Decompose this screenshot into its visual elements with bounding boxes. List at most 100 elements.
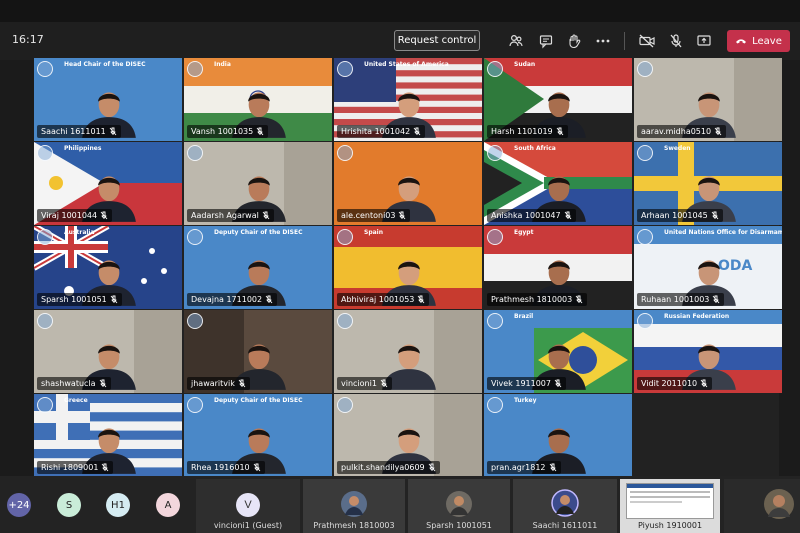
tile-title: Russian Federation (664, 313, 730, 320)
participant-tile[interactable]: vincioni1 (334, 310, 482, 393)
participant-thumb-guest[interactable]: V vincioni1 (Guest) (196, 479, 300, 533)
participant-name: Vidit 2011010 (641, 379, 698, 388)
participant-video-icon (551, 489, 579, 517)
participant-tile[interactable]: Brazil Vivek 1911007 (484, 310, 632, 393)
participant-thumb[interactable]: Sparsh 1001051 (408, 479, 510, 533)
un-emblem-icon (37, 61, 53, 77)
participant-tile[interactable]: Aadarsh Agarwal (184, 142, 332, 225)
avatar[interactable]: H1 (106, 493, 130, 517)
participant-tile[interactable]: Head Chair of the DISEC Saachi 1611011 (34, 58, 182, 141)
participant-tile[interactable]: Deputy Chair of the DISEC Rhea 1916010 (184, 394, 332, 477)
chat-icon[interactable] (537, 32, 555, 50)
mic-off-icon (101, 463, 109, 472)
participant-name: Hrishita 1001042 (341, 127, 411, 136)
participant-tile[interactable]: Australia Sparsh 1001051 (34, 226, 182, 309)
participant-name: vincioni1 (Guest) (213, 521, 283, 530)
participant-name: shashwatucla (41, 379, 96, 388)
participant-tile[interactable]: Egypt Prathmesh 1810003 (484, 226, 632, 309)
un-emblem-icon (187, 229, 203, 245)
tile-title: Head Chair of the DISEC (64, 61, 146, 68)
participant-thumb-speaking[interactable]: Saachi 1611011 (513, 479, 617, 533)
un-emblem-icon (487, 397, 503, 413)
more-icon[interactable] (594, 32, 612, 50)
participant-tile[interactable]: pulkit.shandilya0609 (334, 394, 482, 477)
participant-thumb[interactable]: Prathmesh 1810003 (303, 479, 405, 533)
participant-thumb-screen[interactable]: Piyush 1910001 (620, 479, 720, 533)
participant-name-tag: Vivek 1911007 (487, 377, 566, 390)
mic-off-icon (99, 379, 107, 388)
tile-title: Egypt (514, 229, 534, 236)
participant-thumb[interactable] (724, 479, 800, 533)
leave-button[interactable]: Leave (727, 30, 790, 52)
camera-off-icon[interactable] (638, 32, 656, 50)
participant-name: Saachi 1611011 (41, 127, 106, 136)
participant-tile[interactable]: United States of America Hrishita 1001042 (334, 58, 482, 141)
participant-name-tag: Hrishita 1001042 (337, 125, 426, 138)
participant-tile[interactable]: jhawaritvik (184, 310, 332, 393)
participant-name: Abhiviraj 1001053 (341, 295, 415, 304)
avatar[interactable]: A (156, 493, 180, 517)
mic-off-icon (253, 463, 261, 472)
participant-name: Prathmesh 1810003 (313, 521, 395, 530)
participant-tile[interactable]: Spain Abhiviraj 1001053 (334, 226, 482, 309)
tile-title: Greece (64, 397, 88, 404)
participant-name-tag: Abhiviraj 1001053 (337, 293, 430, 306)
tile-title: South Africa (514, 145, 556, 152)
mic-off-icon (575, 295, 583, 304)
mic-off-icon (711, 211, 719, 220)
avatar[interactable]: S (57, 493, 81, 517)
participant-tile[interactable]: Turkey pran.agr1812 (484, 394, 632, 477)
participant-tile[interactable]: India Vansh 1001035 (184, 58, 332, 141)
participant-name: Piyush 1910001 (637, 521, 703, 530)
mic-off-icon[interactable] (667, 32, 685, 50)
participant-tile[interactable]: Sweden Arhaan 1001045 (634, 142, 782, 225)
tile-title: Deputy Chair of the DISEC (214, 397, 303, 404)
avatar: V (236, 493, 260, 517)
un-emblem-icon (487, 313, 503, 329)
participant-name-tag: Anishka 1001047 (487, 209, 576, 222)
tile-title: Brazil (514, 313, 534, 320)
participant-tile[interactable]: Russian Federation Vidit 2011010 (634, 310, 782, 393)
raise-hand-icon[interactable] (565, 32, 583, 50)
mic-off-icon (265, 295, 273, 304)
share-tray-icon[interactable] (695, 32, 713, 50)
mic-off-icon (712, 295, 720, 304)
participant-name-tag: jhawaritvik (187, 377, 250, 390)
un-emblem-icon (487, 229, 503, 245)
participant-name: pulkit.shandilya0609 (341, 463, 425, 472)
participant-tile[interactable]: ale.centoni03 (334, 142, 482, 225)
tile-title: Sweden (664, 145, 691, 152)
participant-tile[interactable]: Sudan Harsh 1101019 (484, 58, 632, 141)
participant-name-tag: Vidit 2011010 (637, 377, 713, 390)
un-emblem-icon (337, 145, 353, 161)
un-emblem-icon (487, 145, 503, 161)
un-emblem-icon (337, 229, 353, 245)
participant-tile[interactable]: ODAUnited Nations Office for Disarmament… (634, 226, 782, 309)
participant-name: Sparsh 1001051 (426, 521, 492, 530)
participant-name: Anishka 1001047 (491, 211, 561, 220)
participant-name: Vivek 1911007 (491, 379, 551, 388)
toolbar-divider (624, 32, 625, 50)
mic-off-icon (564, 211, 572, 220)
un-emblem-icon (37, 145, 53, 161)
participant-name: Rhea 1916010 (191, 463, 250, 472)
tile-title: United States of America (364, 61, 449, 68)
participant-name-tag: Rishi 1809001 (37, 461, 114, 474)
people-icon[interactable] (507, 32, 525, 50)
request-control-button[interactable]: Request control (394, 30, 480, 51)
participant-tile[interactable]: Greece Rishi 1809001 (34, 394, 182, 477)
participant-tile[interactable]: aarav.midha0510 (634, 58, 782, 141)
participant-tile[interactable]: Deputy Chair of the DISEC Devajna 1711002 (184, 226, 332, 309)
meeting-timer: 16:17 (12, 33, 44, 46)
participant-name: Vansh 1001035 (191, 127, 254, 136)
participant-tile[interactable]: shashwatucla (34, 310, 182, 393)
participant-name: ale.centoni03 (341, 211, 396, 220)
participant-tile[interactable]: Philippines Viraj 1001044 (34, 142, 182, 225)
participant-name-tag: Rhea 1916010 (187, 461, 265, 474)
tile-title: Deputy Chair of the DISEC (214, 229, 303, 236)
participant-name-tag: Vansh 1001035 (187, 125, 269, 138)
tile-title: Spain (364, 229, 383, 236)
participant-tile[interactable]: South Africa Anishka 1001047 (484, 142, 632, 225)
participant-name: Arhaan 1001045 (641, 211, 708, 220)
overflow-participants-button[interactable]: +24 (7, 493, 31, 517)
